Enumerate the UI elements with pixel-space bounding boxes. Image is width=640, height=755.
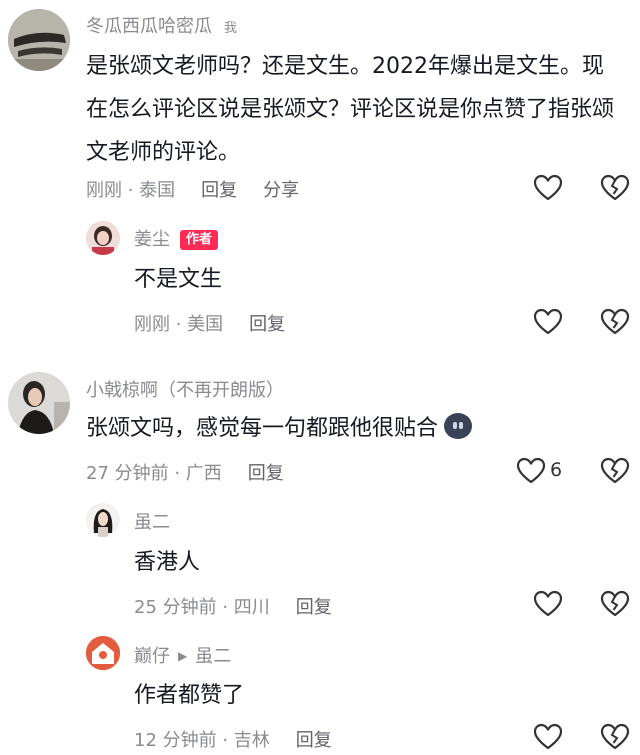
username[interactable]: 虽二 <box>134 508 170 534</box>
broken-heart-icon[interactable] <box>600 590 630 618</box>
share-button[interactable]: 分享 <box>263 180 299 201</box>
comment-text: 是张颂文老师吗？还是文生。2022年爆出是文生。现在怎么评论区说是张颂文？评论区… <box>86 54 615 165</box>
comment-text: 张颂文吗，感觉每一句都跟他很贴合 <box>86 416 439 441</box>
avatar[interactable] <box>86 636 120 670</box>
play-triangle-icon: ▶ <box>178 649 188 663</box>
avatar[interactable] <box>8 9 70 71</box>
reply-button[interactable]: 回复 <box>249 314 285 335</box>
comment-time-location: 12 分钟前 · 吉林 <box>134 730 270 751</box>
comment-time-location: 27 分钟前 · 广西 <box>86 463 222 484</box>
comment-time-location: 刚刚 · 泰国 <box>86 180 176 201</box>
heart-outline-icon[interactable] <box>533 723 563 751</box>
comment-text: 香港人 <box>134 550 201 575</box>
me-badge: 我 <box>224 21 238 36</box>
username[interactable]: 姜尘 <box>134 229 170 250</box>
reply-to-username[interactable]: 虽二 <box>195 646 231 667</box>
emoji-icon <box>444 413 473 439</box>
broken-heart-icon[interactable] <box>600 457 630 485</box>
username[interactable]: 冬瓜西瓜哈密瓜 <box>86 16 212 37</box>
reply-button[interactable]: 回复 <box>296 597 332 618</box>
broken-heart-icon[interactable] <box>600 174 630 202</box>
avatar[interactable] <box>86 503 120 537</box>
broken-heart-icon[interactable] <box>600 723 630 751</box>
reply-button[interactable]: 回复 <box>248 463 284 484</box>
comment-text: 不是文生 <box>134 267 223 292</box>
username[interactable]: 小戟椋啊（不再开朗版） <box>86 376 284 402</box>
username[interactable]: 巅仔 <box>134 646 170 667</box>
heart-outline-icon[interactable] <box>533 308 563 336</box>
heart-outline-icon[interactable] <box>533 590 563 618</box>
broken-heart-icon[interactable] <box>600 308 630 336</box>
author-tag: 作者 <box>180 230 219 250</box>
comment-time-location: 25 分钟前 · 四川 <box>134 597 270 618</box>
comment-time-location: 刚刚 · 美国 <box>134 314 224 335</box>
avatar[interactable] <box>8 372 70 434</box>
heart-outline-icon[interactable] <box>516 457 546 485</box>
reply-button[interactable]: 回复 <box>296 730 332 751</box>
reply-button[interactable]: 回复 <box>201 180 237 201</box>
heart-outline-icon[interactable] <box>533 174 563 202</box>
like-count: 6 <box>550 459 563 481</box>
comment-text: 作者都赞了 <box>134 683 245 708</box>
avatar[interactable] <box>86 221 120 255</box>
